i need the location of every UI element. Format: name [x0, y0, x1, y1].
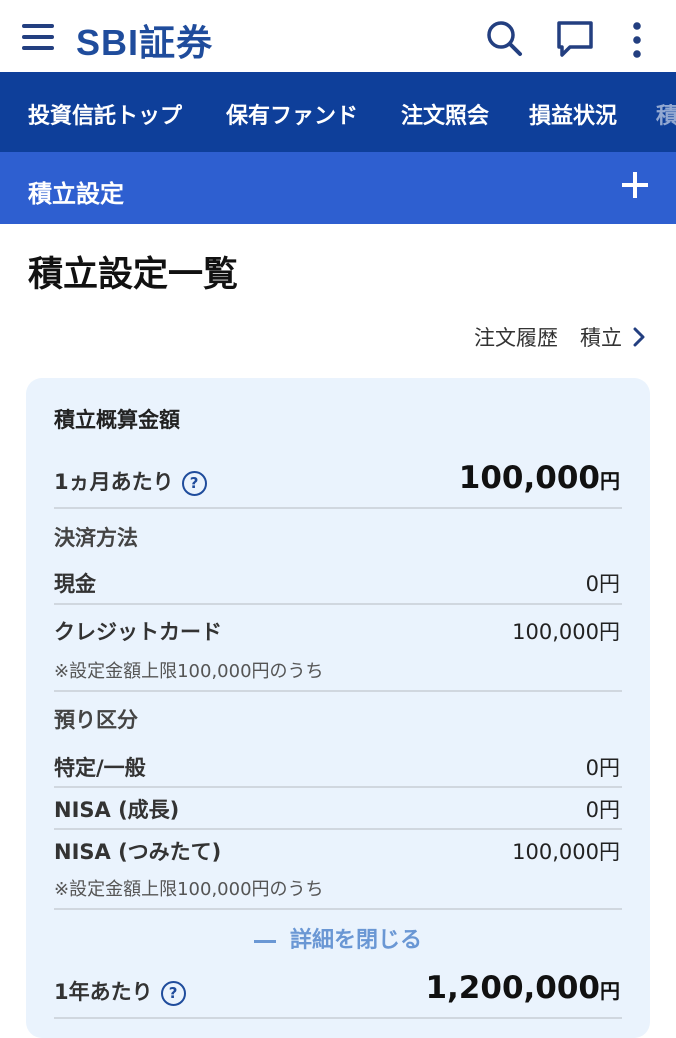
yearly-value: 1,200,000	[425, 970, 600, 1006]
yearly-label: 1年あたり	[54, 980, 153, 1004]
credit-label: クレジットカード	[54, 620, 222, 644]
yearly-label-row: 1年あたり?	[54, 976, 186, 1006]
help-icon[interactable]: ?	[181, 470, 207, 496]
logo-jp: 証券	[139, 23, 214, 64]
logo-text: SBI	[76, 22, 140, 63]
yearly-unit: 円	[600, 979, 620, 1003]
search-icon[interactable]	[484, 18, 524, 58]
divider	[54, 507, 622, 509]
cash-label: 現金	[54, 572, 96, 596]
nav-item-order-inquiry[interactable]: 注文照会	[401, 98, 489, 130]
monthly-label-row: 1ヵ月あたり?	[54, 466, 207, 496]
page-title: 積立設定一覧	[28, 255, 239, 295]
specific-label: 特定/一般	[54, 756, 146, 780]
nav-item-fund-top[interactable]: 投資信託トップ	[28, 98, 182, 130]
accumulation-link-label: 積立	[580, 326, 622, 350]
nav-item-profit-loss[interactable]: 損益状況	[529, 98, 617, 130]
nisa-tsumitate-label: NISA (つみたて)	[54, 840, 222, 864]
divider	[54, 690, 622, 692]
chevron-right-icon	[633, 327, 645, 347]
account-section-label: 預り区分	[54, 708, 138, 732]
collapse-details-button[interactable]: 詳細を閉じる	[0, 922, 676, 954]
specific-value: 0円	[585, 756, 620, 780]
nisa-tsumitate-value: 100,000円	[512, 840, 620, 864]
app-header: SBI証券	[0, 0, 676, 72]
monthly-unit: 円	[600, 469, 620, 493]
sbi-logo[interactable]: SBI証券	[76, 14, 213, 66]
payment-section-label: 決済方法	[54, 526, 138, 550]
divider	[54, 908, 622, 910]
hamburger-menu-icon[interactable]	[22, 22, 54, 52]
order-history-link[interactable]: 注文履歴	[474, 322, 558, 352]
section-header: 積立設定	[0, 152, 676, 224]
monthly-value: 100,000	[458, 460, 600, 496]
nisa-growth-label: NISA (成長)	[54, 798, 180, 822]
credit-value: 100,000円	[512, 620, 620, 644]
divider	[54, 603, 622, 605]
help-icon[interactable]: ?	[160, 980, 186, 1006]
minus-icon	[253, 939, 276, 943]
monthly-amount: 100,000円	[459, 460, 620, 496]
collapse-details-label: 詳細を閉じる	[289, 928, 422, 953]
credit-note: ※設定金額上限100,000円のうち	[54, 661, 324, 682]
more-vertical-icon[interactable]	[626, 20, 648, 60]
nisa-tsumitate-note: ※設定金額上限100,000円のうち	[54, 879, 324, 900]
divider	[54, 1017, 622, 1019]
card-title: 積立概算金額	[54, 408, 180, 432]
nisa-growth-value: 0円	[585, 798, 620, 822]
monthly-label: 1ヵ月あたり	[54, 470, 174, 494]
nav-item-accumulation[interactable]: 積	[656, 98, 676, 130]
accumulation-link[interactable]: 積立	[580, 322, 646, 352]
nav-item-holdings[interactable]: 保有ファンド	[226, 98, 358, 130]
divider	[54, 786, 622, 788]
page-links: 注文履歴 積立	[474, 322, 646, 352]
chat-icon[interactable]	[554, 18, 596, 60]
section-header-title: 積立設定	[28, 180, 124, 208]
yearly-amount: 1,200,000円	[425, 970, 620, 1006]
fund-nav: 投資信託トップ 保有ファンド 注文照会 損益状況 積	[0, 72, 676, 152]
cash-value: 0円	[585, 572, 620, 596]
divider	[54, 828, 622, 830]
add-icon[interactable]	[618, 168, 652, 202]
